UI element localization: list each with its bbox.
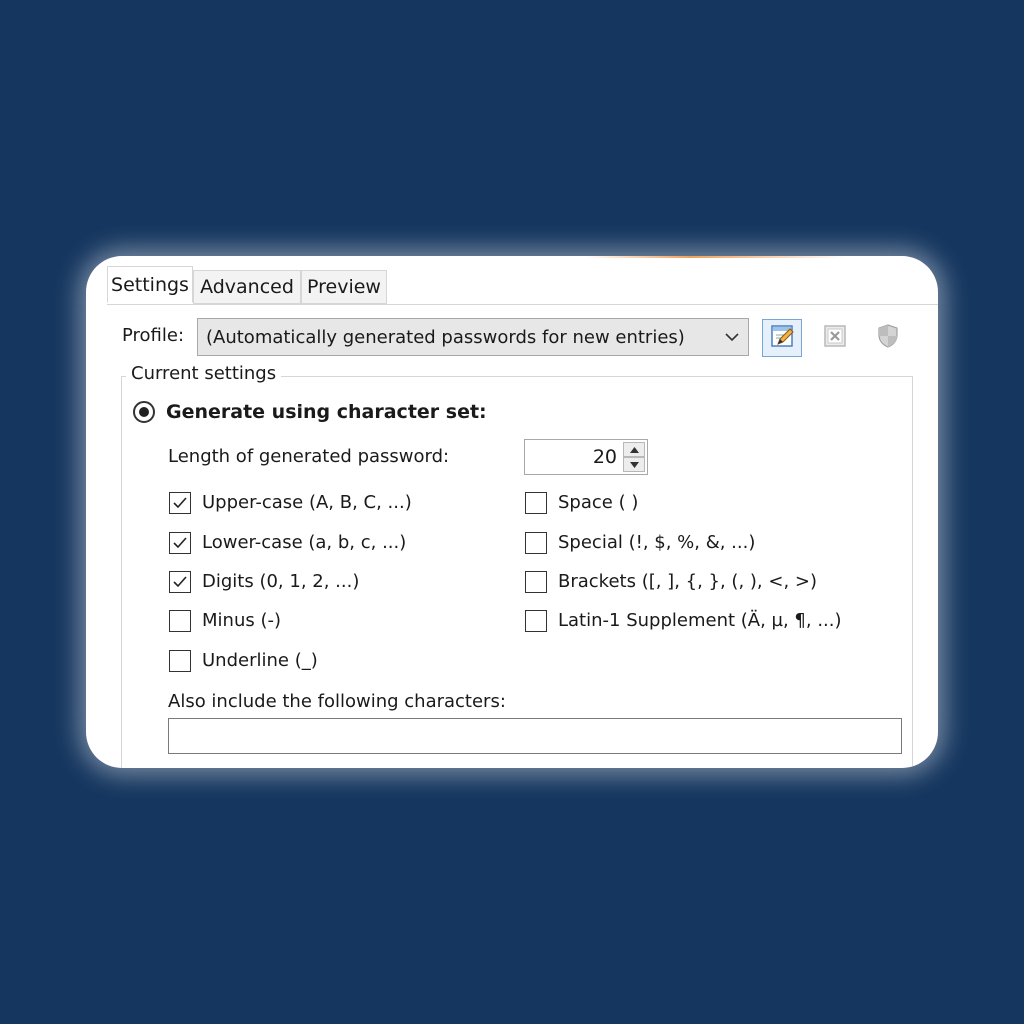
space-label: Space ( ) bbox=[558, 492, 639, 513]
latin1-label: Latin-1 Supplement (Ä, µ, ¶, ...) bbox=[558, 610, 842, 631]
underline-label: Underline (_) bbox=[202, 650, 318, 671]
generate-charset-radio[interactable] bbox=[133, 401, 155, 423]
digits-label: Digits (0, 1, 2, ...) bbox=[202, 571, 360, 592]
stepper-up-button[interactable] bbox=[623, 442, 645, 457]
uppercase-checkbox[interactable] bbox=[169, 492, 191, 514]
shield-icon bbox=[875, 323, 901, 353]
chevron-down-icon bbox=[716, 319, 748, 355]
group-title: Current settings bbox=[126, 363, 282, 384]
security-profile-button[interactable] bbox=[868, 319, 908, 357]
check-icon bbox=[173, 537, 187, 549]
brackets-checkbox[interactable] bbox=[525, 571, 547, 593]
profile-dropdown-value: (Automatically generated passwords for n… bbox=[206, 326, 685, 348]
underline-checkbox[interactable] bbox=[169, 650, 191, 672]
minus-label: Minus (-) bbox=[202, 610, 281, 631]
space-checkbox[interactable] bbox=[525, 492, 547, 514]
check-icon bbox=[173, 576, 187, 588]
tab-panel-border bbox=[107, 304, 938, 305]
accent-line bbox=[586, 256, 846, 258]
radio-dot bbox=[139, 407, 149, 417]
caret-down-icon bbox=[629, 461, 639, 468]
special-label: Special (!, $, %, &, ...) bbox=[558, 532, 756, 553]
lowercase-checkbox[interactable] bbox=[169, 532, 191, 554]
tab-preview[interactable]: Preview bbox=[301, 270, 387, 304]
check-icon bbox=[173, 497, 187, 509]
digits-checkbox[interactable] bbox=[169, 571, 191, 593]
lowercase-label: Lower-case (a, b, c, ...) bbox=[202, 532, 407, 553]
length-stepper[interactable]: 20 bbox=[524, 439, 648, 475]
minus-checkbox[interactable] bbox=[169, 610, 191, 632]
profile-dropdown[interactable]: (Automatically generated passwords for n… bbox=[197, 318, 749, 356]
special-checkbox[interactable] bbox=[525, 532, 547, 554]
tab-settings[interactable]: Settings bbox=[107, 266, 193, 303]
caret-up-icon bbox=[629, 446, 639, 453]
length-value: 20 bbox=[592, 446, 617, 468]
latin1-checkbox[interactable] bbox=[525, 610, 547, 632]
length-label: Length of generated password: bbox=[168, 446, 450, 467]
edit-profile-button[interactable] bbox=[762, 319, 802, 357]
include-label: Also include the following characters: bbox=[168, 691, 506, 712]
tab-advanced[interactable]: Advanced bbox=[193, 270, 301, 304]
brackets-label: Brackets ([, ], {, }, (, ), <, >) bbox=[558, 571, 817, 592]
delete-profile-icon bbox=[822, 323, 848, 353]
edit-profile-icon bbox=[769, 323, 795, 353]
include-characters-input[interactable] bbox=[168, 718, 902, 754]
dialog-card: Settings Advanced Preview Profile: (Auto… bbox=[86, 256, 938, 768]
profile-label: Profile: bbox=[122, 325, 185, 346]
stepper-arrows bbox=[623, 442, 645, 472]
generate-charset-label: Generate using character set: bbox=[166, 401, 487, 423]
uppercase-label: Upper-case (A, B, C, ...) bbox=[202, 492, 412, 513]
stepper-down-button[interactable] bbox=[623, 457, 645, 472]
delete-profile-button[interactable] bbox=[815, 319, 855, 357]
